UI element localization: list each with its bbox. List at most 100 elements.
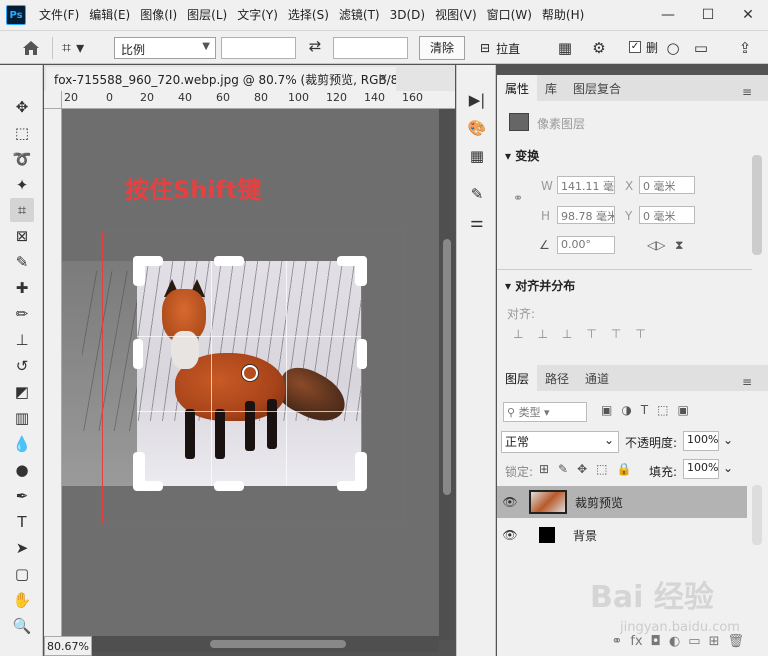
ruler-origin[interactable]	[44, 91, 62, 109]
adjustment-layer-icon[interactable]: ◐	[669, 634, 680, 649]
maximize-button[interactable]: ☐	[688, 0, 728, 30]
swap-icon[interactable]: ⇄	[304, 37, 326, 59]
ratio-width-input[interactable]	[221, 37, 296, 59]
move-tool-icon[interactable]: ✥	[10, 95, 34, 119]
menu-edit[interactable]: 编辑(E)	[84, 0, 135, 30]
lasso-tool-icon[interactable]: ➰	[10, 147, 34, 171]
group-icon[interactable]: ▭	[688, 634, 700, 649]
rectangle-tool-icon[interactable]: ▢	[10, 562, 34, 586]
align-section-title[interactable]: ▾ 对齐并分布	[505, 277, 575, 294]
close-button[interactable]: ✕	[728, 0, 768, 30]
document-tab[interactable]: fox-715588_960_720.webp.jpg @ 80.7% (裁剪预…	[46, 67, 396, 91]
clear-button[interactable]: 清除	[419, 36, 465, 60]
blend-mode-select[interactable]: 正常 ⌄	[501, 431, 619, 453]
canvas[interactable]: 按住Shift键	[62, 109, 439, 636]
transform-section-title[interactable]: ▾ 变换	[505, 147, 539, 164]
fx-icon[interactable]: fx	[630, 634, 642, 649]
home-icon[interactable]	[20, 38, 42, 58]
width-input[interactable]: 141.11 毫米	[557, 176, 615, 194]
gear-icon[interactable]: ⚙	[588, 37, 610, 59]
layers-scroll-thumb[interactable]	[752, 485, 762, 545]
opacity-dropdown-icon[interactable]: ⌄	[723, 433, 733, 447]
tab-properties[interactable]: 属性	[497, 75, 538, 101]
tab-layers[interactable]: 图层	[497, 365, 538, 391]
tab-channels[interactable]: 通道	[577, 365, 617, 391]
frame-tool-icon[interactable]: ⊠	[10, 224, 34, 248]
delete-cropped-checkbox[interactable]: ✓	[629, 41, 641, 53]
fill-dropdown-icon[interactable]: ⌄	[723, 461, 733, 475]
grid-overlay-icon[interactable]: ▦	[554, 37, 576, 59]
blur-tool-icon[interactable]: 💧	[10, 432, 34, 456]
menu-type[interactable]: 文字(Y)	[232, 0, 283, 30]
align-buttons[interactable]: ⊥⊥⊥⊤⊤⊤	[513, 327, 660, 341]
history-brush-tool-icon[interactable]: ↺	[10, 354, 34, 378]
zoom-level[interactable]: 80.67%	[44, 636, 92, 656]
ratio-select[interactable]: 比例 ▼	[114, 37, 216, 59]
clone-stamp-tool-icon[interactable]: ⊥	[10, 328, 34, 352]
menu-filter[interactable]: 滤镜(T)	[334, 0, 385, 30]
layer-filter-icons[interactable]: ▣◑T⬚▣	[601, 403, 698, 417]
color-palette-icon[interactable]: 🎨	[466, 117, 488, 139]
dodge-tool-icon[interactable]: ●	[10, 458, 34, 482]
healing-brush-tool-icon[interactable]: ✚	[10, 276, 34, 300]
layer-filter-select[interactable]: ⚲ 类型 ▾	[503, 402, 587, 422]
type-tool-icon[interactable]: T	[10, 510, 34, 534]
swatches-icon[interactable]: ▦	[466, 145, 488, 167]
close-tab-icon[interactable]: ✕	[378, 71, 388, 85]
link-icon[interactable]: ⚭	[513, 191, 523, 205]
trash-icon[interactable]: 🗑	[727, 634, 744, 649]
eyedropper-tool-icon[interactable]: ✎	[10, 250, 34, 274]
tab-layer-comps[interactable]: 图层复合	[565, 75, 629, 101]
flip-horizontal-icon[interactable]: ◁▷	[647, 238, 665, 252]
history-icon[interactable]: ▶|	[466, 89, 488, 111]
layer-row[interactable]: 👁 背景	[497, 519, 747, 551]
straighten-button[interactable]: ⊟ 拉直	[480, 37, 520, 59]
lock-icons[interactable]: ⊞✎✥⬚🔒	[539, 462, 640, 476]
pen-tool-icon[interactable]: ✒	[10, 484, 34, 508]
scroll-thumb[interactable]	[443, 239, 451, 495]
brush-tool-icon[interactable]: ✏	[10, 302, 34, 326]
panel-menu-icon[interactable]: ≡	[734, 80, 760, 104]
vertical-scrollbar[interactable]	[439, 109, 455, 640]
marquee-tool-icon[interactable]: ⬚	[10, 121, 34, 145]
layer-row[interactable]: 👁 裁剪预览	[497, 486, 747, 518]
share-icon[interactable]: ⇪	[734, 37, 756, 59]
scroll-thumb[interactable]	[210, 640, 346, 648]
horizontal-scrollbar[interactable]	[62, 636, 439, 652]
menu-help[interactable]: 帮助(H)	[537, 0, 589, 30]
panel-menu-icon[interactable]: ≡	[734, 370, 760, 394]
y-input[interactable]: 0 毫米	[639, 206, 695, 224]
menu-layer[interactable]: 图层(L)	[182, 0, 232, 30]
link-layers-icon[interactable]: ⚭	[611, 634, 622, 649]
eye-icon[interactable]: 👁	[497, 495, 523, 509]
zoom-tool-icon[interactable]: 🔍	[10, 614, 34, 638]
ratio-height-input[interactable]	[333, 37, 408, 59]
flip-vertical-icon[interactable]: ⧗	[675, 238, 683, 253]
menu-image[interactable]: 图像(I)	[135, 0, 182, 30]
eye-icon[interactable]: 👁	[497, 528, 523, 542]
workspace-icon[interactable]: ▭	[690, 37, 712, 59]
fill-input[interactable]: 100%	[683, 459, 719, 479]
properties-scroll-thumb[interactable]	[752, 155, 762, 255]
tab-libraries[interactable]: 库	[537, 75, 565, 101]
crop-tool-icon[interactable]: ⌗	[10, 198, 34, 222]
height-input[interactable]: 98.78 毫米	[557, 206, 615, 224]
gradient-tool-icon[interactable]: ▥	[10, 406, 34, 430]
search-icon[interactable]: ○	[662, 37, 684, 59]
magic-wand-tool-icon[interactable]: ✦	[10, 173, 34, 197]
path-selection-tool-icon[interactable]: ➤	[10, 536, 34, 560]
adjustments-icon[interactable]: ⚌	[466, 211, 488, 233]
brush-settings-icon[interactable]: ✎	[466, 183, 488, 205]
crop-tool-preset-icon[interactable]: ⌗ ▾	[62, 38, 98, 58]
new-layer-icon[interactable]: ⊞	[709, 634, 720, 649]
angle-input[interactable]: 0.00°	[557, 236, 615, 254]
menu-select[interactable]: 选择(S)	[283, 0, 334, 30]
hand-tool-icon[interactable]: ✋	[10, 588, 34, 612]
tab-paths[interactable]: 路径	[537, 365, 577, 391]
minimize-button[interactable]: —	[648, 0, 688, 30]
mask-icon[interactable]: ◘	[651, 634, 661, 649]
menu-file[interactable]: 文件(F)	[34, 0, 84, 30]
x-input[interactable]: 0 毫米	[639, 176, 695, 194]
opacity-input[interactable]: 100%	[683, 431, 719, 451]
menu-3d[interactable]: 3D(D)	[385, 0, 430, 30]
